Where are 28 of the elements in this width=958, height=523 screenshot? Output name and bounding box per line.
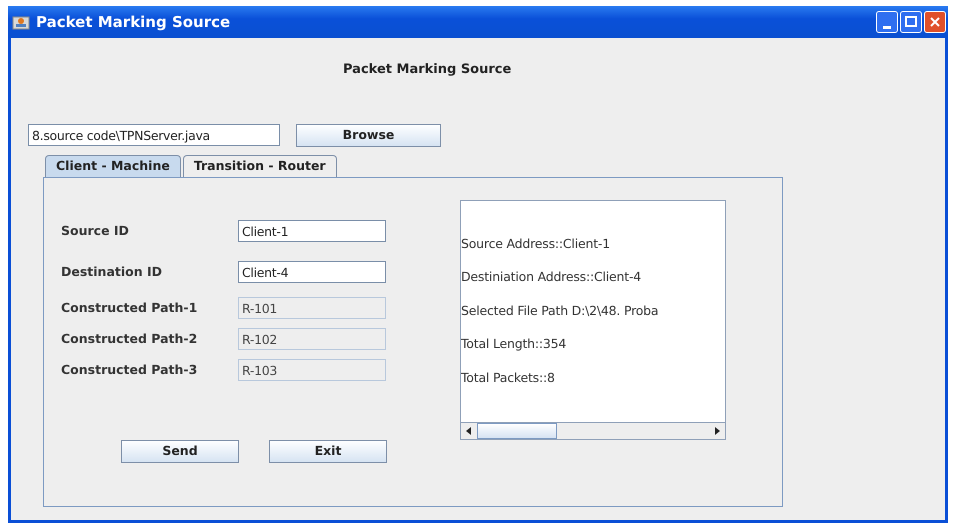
field-label: Constructed Path-3 [61, 360, 198, 379]
output-line: Selected File Path D:\2\48. Proba [461, 302, 660, 320]
heading: Packet Marking Source [343, 61, 512, 79]
output-line: Total Length::354 [461, 335, 568, 353]
app-icon [12, 14, 30, 30]
tab[interactable]: Transition - Router [182, 154, 337, 176]
minimize-icon [883, 26, 891, 28]
maximize-button[interactable] [900, 11, 922, 33]
text-field[interactable]: Client-1 [238, 220, 386, 242]
output-line: Destiniation Address::Client-4 [461, 268, 642, 286]
field-label: Constructed Path-1 [61, 298, 198, 317]
close-icon [929, 16, 941, 28]
close-button[interactable] [924, 11, 946, 33]
action-button[interactable]: Exit [269, 440, 387, 462]
action-button[interactable]: Send [121, 440, 239, 462]
window-title: Packet Marking Source [36, 12, 232, 33]
tab[interactable]: Client - Machine [45, 154, 181, 176]
field-label: Source ID [61, 222, 130, 240]
horizontal-scrollbar[interactable] [461, 422, 725, 438]
output-line: Source Address::Client-1 [461, 234, 611, 252]
output-line: Total Packets::8 [461, 368, 556, 386]
file-path-field[interactable]: 8.source code\TPNServer.java [28, 124, 280, 146]
browse-button[interactable]: Browse [296, 124, 441, 146]
field-label: Constructed Path-2 [61, 330, 198, 348]
field-label: Destination ID [61, 262, 164, 281]
minimize-button[interactable] [876, 11, 898, 33]
text-field[interactable]: Client-4 [238, 261, 386, 283]
maximize-icon [905, 16, 917, 28]
